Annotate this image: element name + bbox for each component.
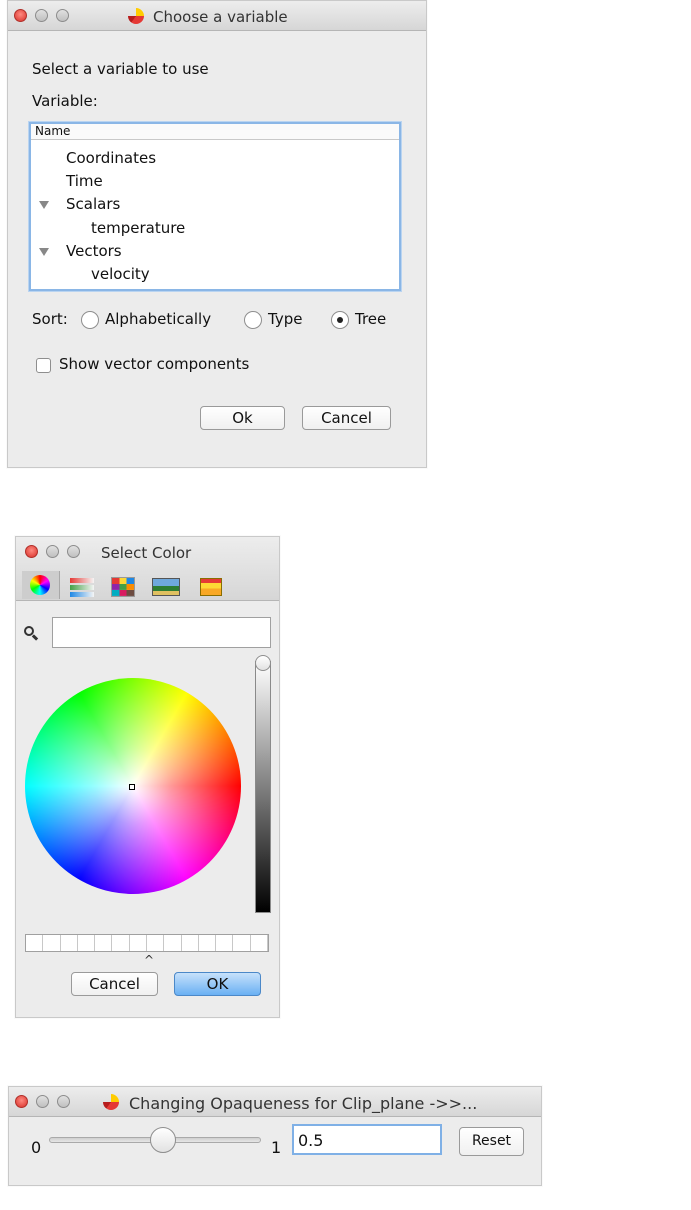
expand-triangle-icon[interactable]	[39, 201, 49, 209]
color-wheel-icon[interactable]	[22, 571, 60, 599]
swatch-slot[interactable]	[199, 935, 217, 951]
zoom-button[interactable]	[56, 9, 69, 22]
swatch-slot[interactable]	[26, 935, 44, 951]
title-bar[interactable]: Changing Opaqueness for Clip_plane ->>..…	[9, 1087, 541, 1117]
window-controls	[25, 545, 80, 558]
minimize-button[interactable]	[46, 545, 59, 558]
swatch-slot[interactable]	[43, 935, 61, 951]
window-title: Choose a variable	[153, 8, 288, 26]
app-icon	[103, 1094, 119, 1110]
color-wheel-cursor[interactable]	[129, 784, 135, 790]
opacity-value-text: 0.5	[298, 1131, 324, 1150]
tree-item-vectors[interactable]: Vectors	[66, 242, 122, 260]
window-title: Changing Opaqueness for Clip_plane ->>..…	[129, 1094, 478, 1113]
slider-bar-icon	[70, 585, 94, 590]
crayon-box-icon	[200, 578, 222, 596]
tree-item-time[interactable]: Time	[66, 172, 103, 190]
tree-item-coordinates[interactable]: Coordinates	[66, 149, 156, 167]
swatch-slot[interactable]	[130, 935, 147, 951]
opacity-slider-knob[interactable]	[150, 1127, 176, 1153]
title-bar[interactable]: Select Color	[16, 537, 279, 601]
image-palettes-icon[interactable]	[151, 575, 181, 599]
tree-item-velocity[interactable]: velocity	[91, 265, 150, 283]
color-swatch-bar[interactable]	[25, 934, 269, 952]
opacity-value-input[interactable]: 0.5	[292, 1124, 442, 1155]
close-button[interactable]	[14, 9, 27, 22]
landscape-image-icon	[152, 578, 180, 596]
zoom-button[interactable]	[57, 1095, 70, 1108]
show-vector-components-checkbox[interactable]	[36, 358, 51, 373]
variable-tree[interactable]: Name Coordinates Time Scalars temperatur…	[29, 122, 401, 291]
tree-item-temperature[interactable]: temperature	[91, 219, 185, 237]
choose-variable-window: Choose a variable Select a variable to u…	[7, 0, 427, 468]
swatch-slot[interactable]	[147, 935, 165, 951]
show-vector-components-label[interactable]: Show vector components	[59, 355, 249, 373]
crayons-icon[interactable]	[197, 575, 227, 599]
window-title: Select Color	[101, 544, 192, 562]
swatch-slot[interactable]	[216, 935, 234, 951]
ok-button[interactable]: Ok	[200, 406, 285, 430]
brightness-slider-knob[interactable]	[255, 655, 271, 671]
slider-max-label: 1	[271, 1138, 282, 1157]
close-button[interactable]	[25, 545, 38, 558]
ok-button[interactable]: OK	[174, 972, 261, 996]
title-bar[interactable]: Choose a variable	[8, 1, 426, 31]
reset-button[interactable]: Reset	[459, 1127, 524, 1156]
color-wheel-swatch	[30, 575, 50, 595]
swatch-slot[interactable]	[251, 935, 268, 951]
search-icon	[24, 626, 39, 641]
expand-triangle-icon[interactable]	[39, 248, 49, 256]
cancel-button[interactable]: Cancel	[71, 972, 158, 996]
slider-bar-icon	[70, 592, 94, 597]
search-icon-handle	[31, 634, 39, 641]
variable-label: Variable:	[32, 92, 98, 110]
swatch-slot[interactable]	[164, 935, 182, 951]
slider-bar-icon	[70, 578, 94, 583]
swatch-slot[interactable]	[112, 935, 130, 951]
dialog-prompt: Select a variable to use	[32, 60, 209, 78]
minimize-button[interactable]	[35, 9, 48, 22]
window-controls	[14, 9, 69, 22]
opacity-window: Changing Opaqueness for Clip_plane ->>..…	[8, 1086, 542, 1186]
color-sliders-icon[interactable]	[68, 575, 98, 599]
tree-column-header[interactable]: Name	[31, 124, 399, 140]
color-palettes-icon[interactable]	[109, 575, 139, 599]
tree-item-scalars[interactable]: Scalars	[66, 195, 120, 213]
swatch-slot[interactable]	[182, 935, 199, 951]
sort-type-label[interactable]: Type	[268, 310, 302, 328]
zoom-button[interactable]	[67, 545, 80, 558]
app-icon	[128, 8, 144, 24]
sort-alphabetically-label[interactable]: Alphabetically	[105, 310, 211, 328]
swatch-slot[interactable]	[233, 935, 251, 951]
minimize-button[interactable]	[36, 1095, 49, 1108]
brightness-slider[interactable]	[255, 661, 271, 913]
sort-tree-radio[interactable]	[331, 311, 349, 329]
swatch-slot[interactable]	[61, 935, 78, 951]
select-color-window: Select Color ^ Cancel OK	[15, 536, 280, 1018]
slider-min-label: 0	[31, 1138, 42, 1157]
sort-alphabetically-radio[interactable]	[81, 311, 99, 329]
cancel-button[interactable]: Cancel	[302, 406, 391, 430]
window-controls	[15, 1095, 70, 1108]
color-search-input[interactable]	[52, 617, 271, 648]
sort-type-radio[interactable]	[244, 311, 262, 329]
palette-grid-icon	[111, 577, 135, 597]
sort-tree-label[interactable]: Tree	[355, 310, 386, 328]
swatch-slot[interactable]	[78, 935, 96, 951]
swatch-resize-caret-icon[interactable]: ^	[144, 953, 154, 967]
swatch-slot[interactable]	[95, 935, 113, 951]
sort-label: Sort:	[32, 310, 68, 328]
close-button[interactable]	[15, 1095, 28, 1108]
